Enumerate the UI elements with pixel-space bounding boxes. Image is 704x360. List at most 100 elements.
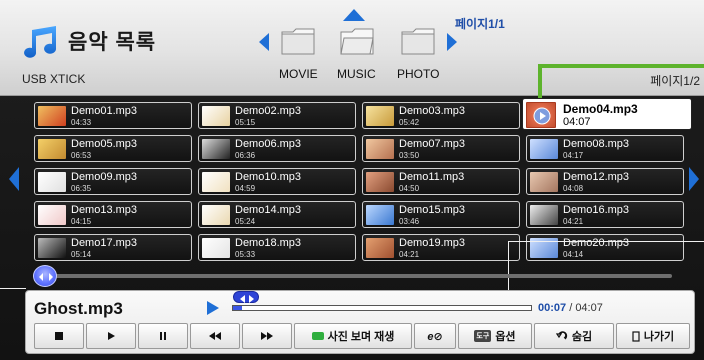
- play-button[interactable]: [86, 323, 136, 349]
- grid-next-arrow-icon[interactable]: [688, 166, 700, 192]
- album-art-thumbnail: [38, 139, 66, 159]
- track-name: Demo04.mp3: [563, 102, 638, 116]
- photo-slideshow-button[interactable]: 사진 보며 재생: [294, 323, 412, 349]
- track-tile[interactable]: Demo10.mp3 04:59: [198, 168, 356, 195]
- track-name: Demo14.mp3: [235, 204, 302, 216]
- callout-line: [0, 288, 26, 289]
- pause-button[interactable]: [138, 323, 188, 349]
- folder-icon: [281, 28, 315, 55]
- progress-knob[interactable]: [233, 291, 259, 303]
- track-name: Demo08.mp3: [563, 138, 630, 150]
- grid-prev-arrow-icon[interactable]: [8, 166, 20, 192]
- track-tile[interactable]: Demo13.mp3 04:15: [34, 201, 192, 228]
- track-name: Demo09.mp3: [71, 171, 138, 183]
- track-name: Demo05.mp3: [71, 138, 138, 150]
- device-name: USB XTICK: [22, 72, 86, 86]
- album-art-thumbnail: [38, 106, 66, 126]
- track-name: Demo19.mp3: [399, 237, 466, 249]
- track-tile[interactable]: Demo06.mp3 06:36: [198, 135, 356, 162]
- track-tile[interactable]: Demo18.mp3 05:33: [198, 234, 356, 261]
- track-name: Demo06.mp3: [235, 138, 302, 150]
- options-button[interactable]: 도구 옵션: [458, 323, 532, 349]
- track-name: Demo16.mp3: [563, 204, 630, 216]
- track-tile[interactable]: Demo19.mp3 04:21: [362, 234, 520, 261]
- track-tile[interactable]: Demo03.mp3 05:42: [362, 102, 520, 129]
- pause-icon: [160, 332, 166, 340]
- category-next-arrow-icon[interactable]: [446, 32, 458, 52]
- album-art-thumbnail: [366, 238, 394, 258]
- fast-forward-button[interactable]: [242, 323, 292, 349]
- category-label: PHOTO: [397, 67, 440, 81]
- rewind-icon: [209, 332, 221, 340]
- track-duration: 06:35: [71, 184, 92, 193]
- album-art-thumbnail: [526, 102, 556, 128]
- options-label: 옵션: [495, 331, 516, 343]
- track-duration: 06:36: [235, 151, 256, 160]
- stop-button[interactable]: [34, 323, 84, 349]
- now-playing-title: Ghost.mp3: [34, 299, 123, 318]
- track-name: Demo02.mp3: [235, 105, 302, 117]
- album-art-thumbnail: [202, 238, 230, 258]
- album-art-thumbnail: [202, 139, 230, 159]
- tools-key-icon: 도구: [474, 330, 492, 342]
- list-scrollbar[interactable]: [36, 274, 672, 278]
- folder-open-icon: [340, 28, 374, 55]
- track-duration: 04:21: [399, 250, 420, 259]
- seek-arrows-icon: [240, 295, 254, 303]
- track-tile[interactable]: Demo11.mp3 04:50: [362, 168, 520, 195]
- music-list-screen: 음악 목록 USB XTICK 페이지1/1 페이지1/2 MOVIE MUSI…: [0, 0, 704, 360]
- progress-bar[interactable]: [232, 305, 532, 311]
- progress-fill: [233, 306, 242, 310]
- music-note-icon: [24, 26, 57, 58]
- track-tile[interactable]: Demo09.mp3 06:35: [34, 168, 192, 195]
- player-panel: Ghost.mp3 00:07 / 04:07 사진 보며 재생 e⊘ 도구 옵…: [25, 290, 695, 354]
- track-tile[interactable]: Demo07.mp3 03:50: [362, 135, 520, 162]
- scrollbar-thumb[interactable]: [33, 265, 57, 287]
- track-tile[interactable]: Demo17.mp3 05:14: [34, 234, 192, 261]
- playing-disc-icon: [533, 107, 551, 125]
- play-status-icon: [207, 301, 219, 315]
- album-art-thumbnail: [530, 139, 558, 159]
- track-duration: 04:50: [399, 184, 420, 193]
- track-duration: 04:15: [71, 217, 92, 226]
- track-tile[interactable]: Demo01.mp3 04:33: [34, 102, 192, 129]
- page-title: 음악 목록: [68, 31, 157, 54]
- track-duration: 03:46: [399, 217, 420, 226]
- track-tile[interactable]: Demo14.mp3 05:24: [198, 201, 356, 228]
- header: 음악 목록 USB XTICK 페이지1/1 페이지1/2 MOVIE MUSI…: [0, 0, 704, 96]
- exit-icon: [632, 330, 640, 342]
- category-prev-arrow-icon[interactable]: [258, 32, 270, 52]
- category-label: MUSIC: [337, 67, 376, 81]
- album-art-thumbnail: [366, 139, 394, 159]
- track-tile[interactable]: Demo05.mp3 06:53: [34, 135, 192, 162]
- sound-effect-button[interactable]: e⊘: [414, 323, 456, 349]
- track-name: Demo17.mp3: [71, 237, 138, 249]
- track-tile[interactable]: Demo08.mp3 04:17: [526, 135, 684, 162]
- exit-button[interactable]: 나가기: [616, 323, 690, 349]
- current-time: 00:07: [538, 302, 567, 314]
- album-art-thumbnail: [366, 172, 394, 192]
- track-tile[interactable]: Demo20.mp3 04:14: [526, 234, 684, 261]
- category-up-arrow-icon[interactable]: [342, 8, 366, 22]
- rewind-button[interactable]: [190, 323, 240, 349]
- track-tile[interactable]: Demo02.mp3 05:15: [198, 102, 356, 129]
- category-label: MOVIE: [279, 67, 318, 81]
- album-art-thumbnail: [38, 172, 66, 192]
- track-duration: 04:08: [563, 184, 584, 193]
- track-tile[interactable]: Demo04.mp3 04:07: [522, 98, 692, 130]
- scroll-arrows-icon: [39, 273, 53, 281]
- track-duration: 04:33: [71, 118, 92, 127]
- hide-button[interactable]: 숨김: [534, 323, 614, 349]
- album-art-thumbnail: [530, 172, 558, 192]
- track-duration: 04:14: [563, 250, 584, 259]
- album-art-thumbnail: [366, 205, 394, 225]
- track-duration: 04:59: [235, 184, 256, 193]
- track-tile[interactable]: Demo15.mp3 03:46: [362, 201, 520, 228]
- track-duration: 04:17: [563, 151, 584, 160]
- track-tile[interactable]: Demo16.mp3 04:21: [526, 201, 684, 228]
- track-tile[interactable]: Demo12.mp3 04:08: [526, 168, 684, 195]
- list-page-indicator: 페이지1/2: [650, 74, 700, 88]
- track-duration: 05:24: [235, 217, 256, 226]
- sound-effect-label: e⊘: [427, 330, 443, 343]
- album-art-thumbnail: [202, 106, 230, 126]
